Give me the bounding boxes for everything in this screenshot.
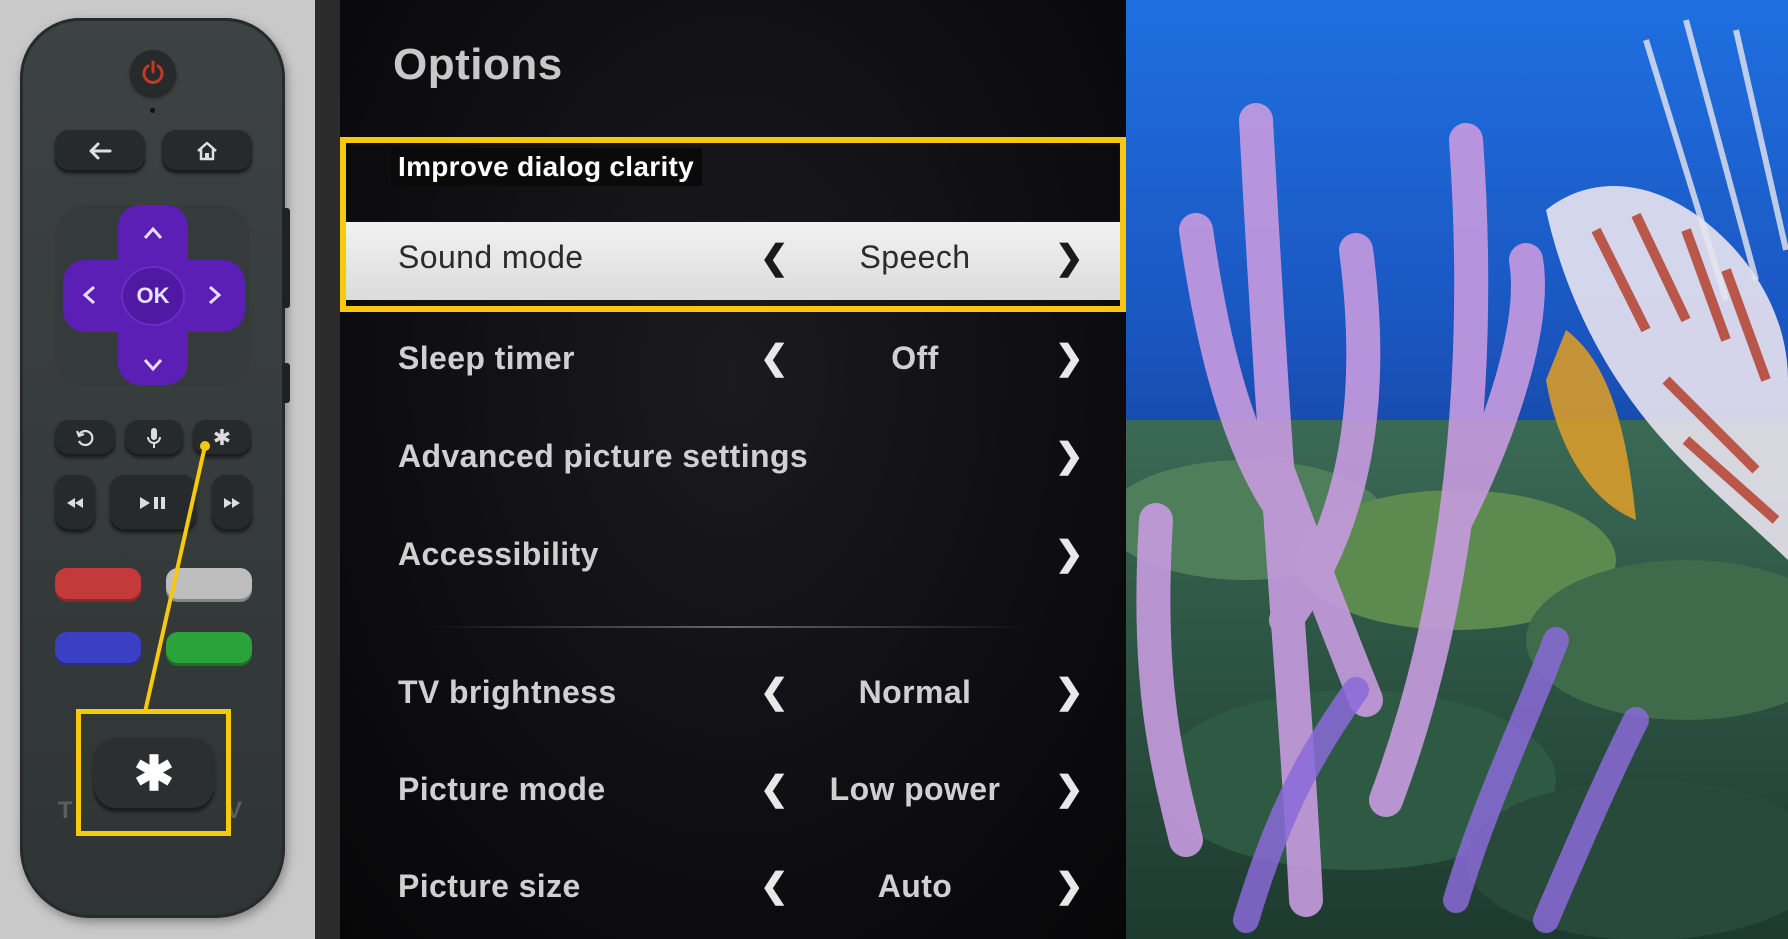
menu-row-tv-brightness[interactable]: TV brightness ❮ Normal ❯: [340, 660, 1126, 730]
remote-panel: OK ✱ T V ✱: [0, 0, 315, 939]
row-label: Advanced picture settings: [398, 438, 809, 474]
coral-reef-image: [1126, 19, 1788, 939]
menu-row-advanced-picture-settings[interactable]: Advanced picture settings ❯: [340, 424, 1126, 494]
row-label: Picture size: [398, 868, 581, 904]
menu-row-sound-mode[interactable]: Sound mode ❮ Speech ❯: [340, 222, 1126, 300]
row-value: Normal: [858, 674, 972, 710]
row-label: Sound mode: [398, 239, 584, 275]
star-options-button[interactable]: ✱: [94, 738, 214, 810]
row-value: Off: [891, 340, 939, 376]
tooltip-improve-dialog: Improve dialog clarity: [390, 148, 703, 186]
brand-logo-left: T: [58, 797, 73, 824]
chevron-right-icon[interactable]: ❯: [1055, 534, 1084, 574]
row-value: Auto: [877, 868, 953, 904]
row-label: Accessibility: [398, 536, 599, 572]
row-label: Picture mode: [398, 771, 606, 807]
menu-separator: [430, 626, 1030, 628]
menu-row-picture-mode[interactable]: Picture mode ❮ Low power ❯: [340, 757, 1126, 827]
menu-row-sleep-timer[interactable]: Sleep timer ❮ Off ❯: [340, 326, 1126, 396]
chevron-right-icon[interactable]: ❯: [1055, 672, 1084, 712]
tv-picture-background: [1126, 0, 1788, 939]
menu-row-picture-size[interactable]: Picture size ❮ Auto ❯: [340, 854, 1126, 924]
chevron-right-icon[interactable]: ❯: [1055, 238, 1084, 278]
options-menu: Options Improve dialog clarity Sound mod…: [340, 0, 1126, 939]
chevron-right-icon[interactable]: ❯: [1055, 866, 1084, 906]
row-value: Low power: [829, 771, 1001, 807]
row-value: Speech: [859, 239, 971, 275]
row-label: Sleep timer: [398, 340, 575, 376]
chevron-right-icon[interactable]: ❯: [1055, 769, 1084, 809]
chevron-right-icon[interactable]: ❯: [1055, 338, 1084, 378]
divider: [315, 0, 340, 939]
asterisk-icon: ✱: [133, 748, 175, 801]
chevron-right-icon[interactable]: ❯: [1055, 436, 1084, 476]
options-title: Options: [393, 40, 563, 89]
row-label: TV brightness: [398, 674, 617, 710]
menu-row-accessibility[interactable]: Accessibility ❯: [340, 522, 1126, 592]
